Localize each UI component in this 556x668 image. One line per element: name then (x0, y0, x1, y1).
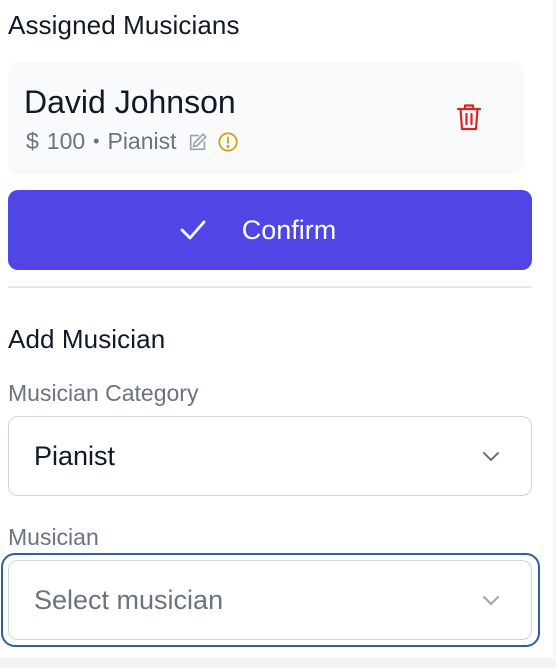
musician-meta: $ 100 • Pianist (26, 128, 239, 155)
add-musician-heading: Add Musician (8, 324, 166, 354)
musician-select[interactable]: Select musician (8, 560, 532, 640)
musician-category-select[interactable]: Pianist (8, 416, 532, 496)
chevron-down-icon (479, 444, 503, 468)
assigned-musicians-heading: Assigned Musicians (8, 10, 240, 40)
musician-category-value: Pianist (34, 440, 116, 471)
edit-icon[interactable] (187, 131, 209, 153)
confirm-label: Confirm (241, 214, 337, 245)
musician-panel: Assigned Musicians David Johnson $ 100 •… (0, 0, 556, 668)
musician-label: Musician (8, 524, 99, 550)
section-divider (8, 286, 532, 288)
check-icon (178, 215, 208, 245)
bottom-strip (0, 658, 556, 668)
musician-category-label: Musician Category (8, 380, 199, 406)
chevron-down-icon (479, 588, 503, 612)
confirm-button[interactable]: Confirm (8, 190, 532, 270)
trash-icon[interactable] (454, 100, 484, 134)
assigned-musician-card: David Johnson $ 100 • Pianist (8, 62, 524, 174)
musician-fee: 100 (46, 128, 86, 154)
musician-role: Pianist (107, 128, 177, 154)
musician-select-placeholder: Select musician (34, 584, 224, 615)
currency-symbol: $ (26, 128, 39, 154)
meta-separator: • (93, 131, 100, 151)
musician-name: David Johnson (24, 84, 236, 120)
warning-icon (217, 131, 239, 153)
